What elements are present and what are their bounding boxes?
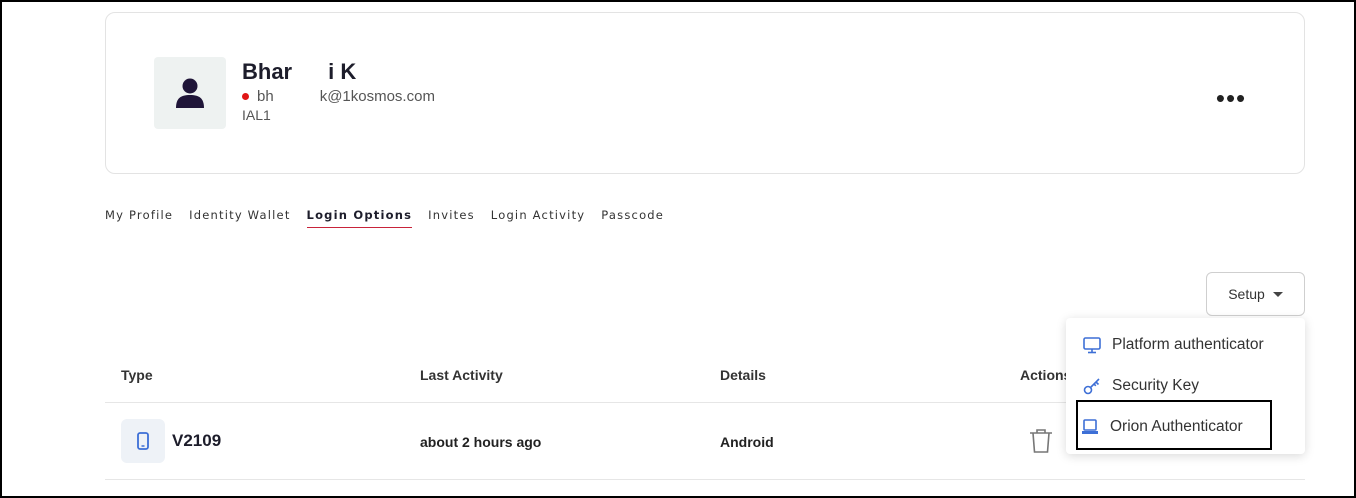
profile-name-last: i K <box>328 59 357 84</box>
profile-email-suffix: k@1kosmos.com <box>319 88 435 105</box>
column-header-actions: Actions <box>1020 367 1072 383</box>
menu-item-orion-authenticator[interactable]: Orion Authenticator <box>1064 408 1303 446</box>
profile-email-prefix: bh <box>257 88 274 105</box>
column-header-type: Type <box>121 367 153 383</box>
menu-item-security-key[interactable]: Security Key <box>1066 367 1305 405</box>
setup-button-label: Setup <box>1228 286 1265 302</box>
details-value: Android <box>720 434 774 450</box>
delete-button[interactable] <box>1028 428 1054 459</box>
profile-card: Bhar i K bh k@1kosmos.com IAL1 ••• <box>105 12 1305 174</box>
user-icon <box>176 78 204 108</box>
avatar <box>154 57 226 129</box>
profile-name: Bhar i K <box>242 59 356 85</box>
tab-login-options[interactable]: Login Options <box>306 208 413 228</box>
mobile-phone-icon <box>137 432 149 450</box>
tab-passcode[interactable]: Passcode <box>601 208 664 228</box>
chevron-down-icon <box>1272 291 1283 297</box>
tab-login-activity[interactable]: Login Activity <box>491 208 586 228</box>
identity-level: IAL1 <box>242 107 271 123</box>
menu-item-label: Platform authenticator <box>1112 336 1264 353</box>
profile-name-first: Bhar <box>242 59 293 84</box>
more-options-button[interactable]: ••• <box>1214 85 1248 111</box>
last-activity-value: about 2 hours ago <box>420 434 542 450</box>
monitor-icon <box>1082 335 1102 355</box>
menu-item-label: Orion Authenticator <box>1110 418 1243 435</box>
status-dot <box>242 93 249 100</box>
laptop-icon <box>1080 417 1100 437</box>
column-header-details: Details <box>720 367 766 383</box>
setup-button[interactable]: Setup <box>1206 272 1305 316</box>
setup-menu: Platform authenticator Security Key Orio… <box>1066 318 1305 454</box>
trash-icon <box>1030 429 1052 453</box>
menu-item-label: Security Key <box>1112 377 1200 394</box>
device-type-badge <box>121 419 165 463</box>
tab-invites[interactable]: Invites <box>428 208 475 228</box>
menu-item-platform-authenticator[interactable]: Platform authenticator <box>1066 326 1305 364</box>
tab-identity-wallet[interactable]: Identity Wallet <box>189 208 290 228</box>
table-divider <box>105 479 1305 480</box>
key-icon <box>1082 376 1102 396</box>
profile-tabs: My Profile Identity Wallet Login Options… <box>105 208 680 228</box>
device-name: V2109 <box>172 431 222 450</box>
tab-my-profile[interactable]: My Profile <box>105 208 173 228</box>
column-header-last-activity: Last Activity <box>420 367 503 383</box>
profile-email: bh k@1kosmos.com <box>242 88 435 105</box>
